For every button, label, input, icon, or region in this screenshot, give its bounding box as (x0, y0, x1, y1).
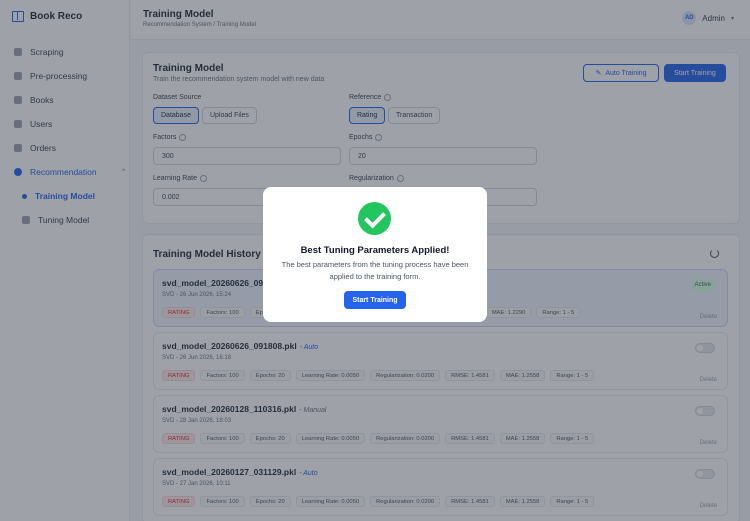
modal-message: The best parameters from the tuning proc… (281, 260, 469, 281)
modal-start-training-button[interactable]: Start Training (344, 291, 406, 309)
check-circle-icon (358, 202, 391, 235)
success-modal: Best Tuning Parameters Applied! The best… (263, 187, 487, 322)
modal-title: Best Tuning Parameters Applied! (300, 245, 450, 256)
